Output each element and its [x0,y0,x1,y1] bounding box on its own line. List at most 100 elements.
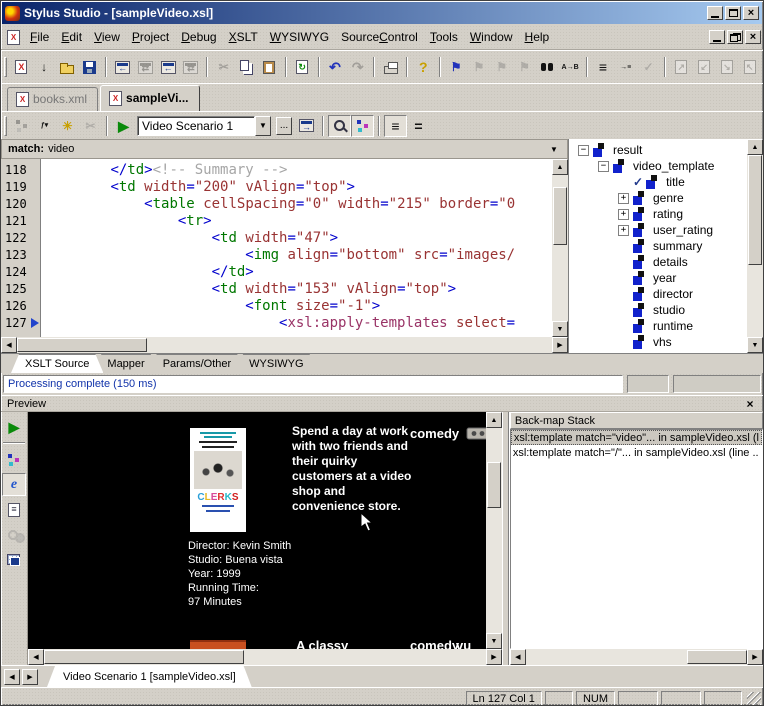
toolbar-gripper[interactable] [4,116,7,136]
function-icon[interactable]: ƒ▾ [33,115,56,137]
tab-scroll-left-icon[interactable]: ◀ [4,669,20,685]
next-bookmark-icon[interactable]: ⚑ [468,56,491,78]
toolbar-gripper[interactable] [4,57,7,77]
preview-vscroll-thumb[interactable] [487,462,501,508]
doc-export-icon[interactable]: ↘ [716,56,739,78]
menu-tools[interactable]: Tools [424,28,464,46]
tree-node-title[interactable]: ✓title [574,174,747,190]
clear-bookmarks-icon[interactable]: ⚑ [513,56,536,78]
window-sync-icon[interactable]: ⇄ [180,56,203,78]
expand-icon[interactable]: + [618,225,629,236]
scroll-left-icon[interactable]: ◀ [510,649,526,665]
bookmark-icon[interactable]: ⚑ [445,56,468,78]
scenario-combo-value[interactable]: Video Scenario 1 [137,116,255,136]
preview-vscrollbar[interactable]: ▲ ▼ [486,412,502,649]
scroll-right-icon[interactable]: ▶ [486,649,502,665]
find-icon[interactable] [536,56,559,78]
mapper-icon[interactable] [2,448,26,471]
syntax-check-icon[interactable]: ✓ [637,56,660,78]
editor-vscrollbar[interactable]: ▲ ▼ [552,159,568,337]
new-xsd-icon[interactable]: X [10,56,33,78]
cut-icon[interactable]: ✂ [212,56,235,78]
back-window-icon[interactable]: ← [111,56,134,78]
menu-window[interactable]: Window [464,28,519,46]
menu-project[interactable]: Project [126,28,175,46]
line-mode-icon[interactable]: = [407,115,430,137]
scroll-left-icon[interactable]: ◀ [1,337,17,353]
resize-grip[interactable] [747,692,761,706]
preview-hscrollbar[interactable]: ◀ ▶ [28,649,502,665]
backmap-hscrollbar[interactable]: ◀ ▶ [510,649,763,665]
match-dropdown-icon[interactable]: ▼ [547,145,561,154]
prev-bookmark-icon[interactable]: ⚑ [490,56,513,78]
menu-xslt[interactable]: XSLT [223,28,264,46]
menu-debug[interactable]: Debug [175,28,222,46]
refresh-icon[interactable]: ↻ [291,56,314,78]
match-bar[interactable]: match: video ▼ [1,139,568,159]
collapse-icon[interactable]: − [598,161,609,172]
open-icon[interactable] [56,56,79,78]
maximize-button[interactable] [725,6,741,20]
tree-node-details[interactable]: details [574,254,747,270]
browser-preview-icon[interactable]: e [2,473,26,496]
disconnect-icon[interactable]: ✂ [79,115,102,137]
scenario-tab[interactable]: Video Scenario 1 [sampleVideo.xsl] [47,666,252,687]
tab-xslt-source[interactable]: XSLT Source [11,354,103,373]
tree-node-genre[interactable]: +genre [574,190,747,206]
editor-hscrollbar[interactable]: ◀ ▶ [1,337,568,353]
wrap-lines-icon[interactable]: ≡ [384,115,407,137]
tree-node-user_rating[interactable]: +user_rating [574,222,747,238]
panel-splitter[interactable] [502,412,509,665]
scenario-combobox[interactable]: Video Scenario 1 ▼ [137,116,271,136]
tree-node-vhs[interactable]: vhs [574,334,747,350]
doc-revert-icon[interactable]: ↖ [738,56,761,78]
export-scenario-icon[interactable]: → [295,115,318,137]
replace-icon[interactable]: A→B [559,56,582,78]
doc-tab-samplevi-[interactable]: XsampleVi... [100,85,199,111]
print-icon[interactable] [379,56,402,78]
doc-wizard-icon[interactable]: ↗ [670,56,693,78]
code-editor[interactable]: 118119120121122123124125126127 </td><!--… [1,159,568,337]
preview-window-icon[interactable] [328,115,351,137]
tree-node-director[interactable]: director [574,286,747,302]
mapper-icon[interactable] [10,115,33,137]
paste-icon[interactable] [258,56,281,78]
export-result-icon[interactable] [2,548,26,571]
editor-vscroll-thumb[interactable] [553,187,567,245]
copy-icon[interactable] [235,56,258,78]
doc-tab-books-xml[interactable]: Xbooks.xml [7,87,98,111]
mdi-close-button[interactable]: × [745,30,761,44]
menu-edit[interactable]: Edit [55,28,88,46]
scroll-right-icon[interactable]: ▶ [552,337,568,353]
tab-mapper[interactable]: Mapper [93,354,158,373]
expand-icon[interactable]: + [618,209,629,220]
tree-vscroll-thumb[interactable] [748,155,762,265]
scroll-up-icon[interactable]: ▲ [486,412,502,428]
tree-node-video_template[interactable]: −video_template [574,158,747,174]
tab-params-other[interactable]: Params/Other [149,354,245,373]
editor-hscroll-thumb[interactable] [17,338,147,352]
justify-lines-icon[interactable]: ≡ [592,56,615,78]
run-icon[interactable]: ▶ [112,115,135,137]
mdi-restore-button[interactable] [727,30,743,44]
tree-node-result[interactable]: −result [574,142,747,158]
preview-close-icon[interactable]: × [743,397,757,411]
menu-help[interactable]: Help [519,28,556,46]
scroll-down-icon[interactable]: ▼ [486,633,502,649]
scroll-up-icon[interactable]: ▲ [747,139,763,155]
redo-icon[interactable]: ↷ [346,56,369,78]
help-icon[interactable]: ? [412,56,435,78]
tree-node-runtime[interactable]: runtime [574,318,747,334]
scenario-combo-dropdown[interactable]: ▼ [255,116,271,136]
menu-file[interactable]: File [24,28,55,46]
tree-vscrollbar[interactable]: ▲ ▼ [747,139,763,353]
window-link-icon[interactable]: ⇄ [134,56,157,78]
save-icon[interactable] [78,56,101,78]
doc-import-icon[interactable]: ↙ [693,56,716,78]
tree-node-year[interactable]: year [574,270,747,286]
text-preview-icon[interactable]: ≡ [2,498,26,521]
preview-hscroll-thumb[interactable] [44,650,244,664]
settings-icon[interactable] [2,523,26,546]
flash-icon[interactable]: ☀ [56,115,79,137]
close-button[interactable]: × [743,6,759,20]
